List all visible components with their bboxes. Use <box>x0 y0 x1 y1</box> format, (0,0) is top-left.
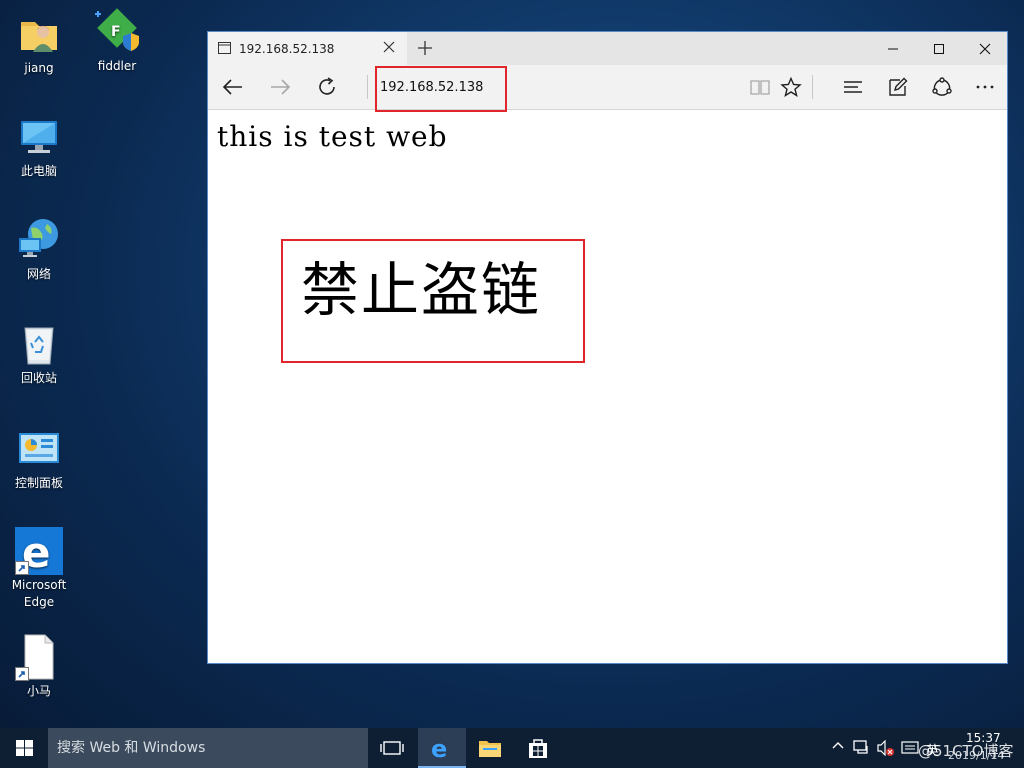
annotation-text: 禁止盗链 <box>301 256 542 324</box>
hub-icon[interactable] <box>832 65 872 109</box>
svg-text:e: e <box>431 736 447 760</box>
volume-muted-icon[interactable] <box>876 728 896 768</box>
shortcut-arrow-icon <box>15 561 29 575</box>
desktop-icon-xiaoma[interactable]: 小马 <box>1 633 77 700</box>
desktop-icon-recycle-bin[interactable]: 回收站 <box>1 320 77 387</box>
title-bar: 192.168.52.138 <box>208 32 1007 65</box>
desktop-icon-label: fiddler <box>97 59 137 73</box>
ime-indicator-icon[interactable] <box>900 728 920 768</box>
start-button[interactable] <box>0 728 48 768</box>
taskbar-edge-button[interactable]: e <box>418 728 466 768</box>
desktop-icon-label: Microsoft Edge <box>11 578 67 609</box>
toolbar-divider <box>367 75 368 99</box>
user-folder-icon <box>15 10 63 58</box>
minimize-button[interactable] <box>870 32 916 65</box>
edge-icon: e <box>15 527 63 577</box>
desktop-icon-jiang[interactable]: jiang <box>1 10 77 77</box>
refresh-button[interactable] <box>307 65 347 109</box>
computer-icon <box>15 113 63 161</box>
edge-icon: e <box>431 736 447 760</box>
share-icon[interactable] <box>921 65 961 109</box>
windows-logo-icon <box>16 740 33 756</box>
chevron-up-icon <box>832 742 844 749</box>
desktop-icon-network[interactable]: 网络 <box>1 216 77 283</box>
watermark-text: @51CTO博客 <box>918 742 1014 760</box>
taskbar-search-box[interactable]: 搜索 Web 和 Windows <box>48 728 368 768</box>
toolbar-divider <box>812 75 813 99</box>
task-view-button[interactable] <box>368 728 416 768</box>
store-icon <box>529 739 547 758</box>
page-icon <box>218 42 231 57</box>
file-icon <box>15 633 63 681</box>
maximize-button[interactable] <box>916 32 962 65</box>
recycle-bin-icon <box>15 320 63 368</box>
shortcut-arrow-icon <box>15 667 29 681</box>
show-hidden-icons-button[interactable] <box>830 728 846 768</box>
favorite-star-icon[interactable] <box>770 65 810 109</box>
address-bar[interactable]: 192.168.52.138 <box>380 77 580 99</box>
page-content: this is test web <box>208 110 1007 663</box>
desktop-icon-control-panel[interactable]: 控制面板 <box>1 425 77 492</box>
desktop-icon-fiddler[interactable]: F fiddler <box>79 8 155 75</box>
folder-icon <box>479 741 501 757</box>
desktop-icon-label: jiang <box>24 61 54 75</box>
desktop-icon-this-pc[interactable]: 此电脑 <box>1 113 77 180</box>
tab-title: 192.168.52.138 <box>239 42 335 56</box>
taskbar-file-explorer-button[interactable] <box>466 728 514 768</box>
desktop-icon-label: 网络 <box>26 267 51 281</box>
navigation-bar: 192.168.52.138 <box>208 65 1007 110</box>
close-tab-icon[interactable] <box>383 41 395 56</box>
web-note-icon[interactable] <box>877 65 917 109</box>
desktop-icon-label: 小马 <box>26 684 51 698</box>
browser-tab[interactable]: 192.168.52.138 <box>208 32 407 65</box>
network-tray-icon[interactable] <box>852 728 872 768</box>
desktop-icon-edge[interactable]: e Microsoft Edge <box>1 527 77 611</box>
taskbar-store-button[interactable] <box>514 728 562 768</box>
new-tab-icon[interactable] <box>416 39 434 61</box>
control-panel-icon <box>15 425 63 473</box>
task-view-icon <box>380 741 404 755</box>
forward-button[interactable] <box>259 65 299 109</box>
back-button[interactable] <box>212 65 252 109</box>
close-button[interactable] <box>962 32 1008 65</box>
desktop-icon-label: 回收站 <box>20 371 57 385</box>
more-actions-icon[interactable] <box>964 65 1004 109</box>
fiddler-icon: F <box>93 8 141 56</box>
annotation-box: 禁止盗链 <box>281 239 585 363</box>
svg-text:F: F <box>111 24 121 40</box>
taskbar: 搜索 Web 和 Windows e 英 15:37 2019/1/14 @51… <box>0 728 1024 768</box>
desktop-icon-label: 控制面板 <box>14 476 63 490</box>
page-body-text: this is test web <box>217 120 448 153</box>
network-icon <box>15 216 63 264</box>
desktop-icon-label: 此电脑 <box>20 164 57 178</box>
